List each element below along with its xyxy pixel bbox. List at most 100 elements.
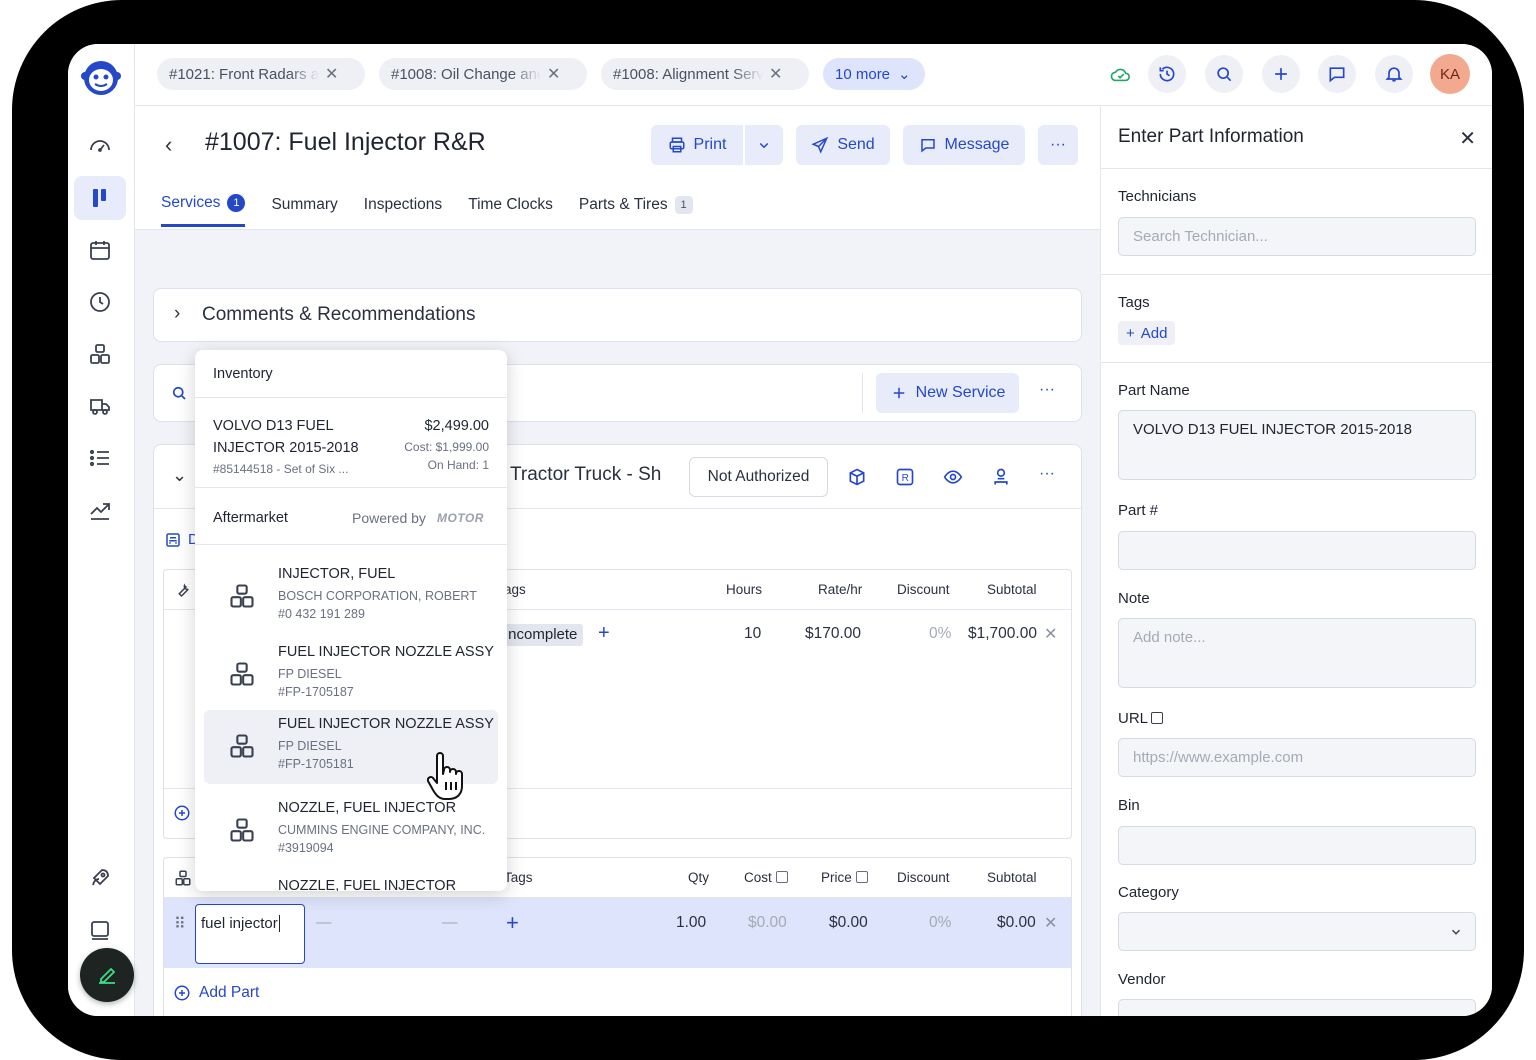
col-tags: Tags xyxy=(504,870,533,885)
tab-label: Inspections xyxy=(363,195,443,213)
app-logo[interactable] xyxy=(80,56,122,98)
parts-icon xyxy=(230,584,254,608)
list-item[interactable]: NOZZLE, FUEL INJECTOR CUMMINS ENGINE COM… xyxy=(204,794,498,868)
add-circle-icon xyxy=(174,985,190,1001)
price-cell[interactable]: $0.00 xyxy=(829,914,868,932)
list-item[interactable]: FUEL INJECTOR NOZZLE ASSY FP DIESEL #FP-… xyxy=(204,638,498,712)
comments-section[interactable]: › Comments & Recommendations xyxy=(153,288,1082,342)
more-icon[interactable]: ··· xyxy=(1039,465,1055,483)
back-chevron-icon[interactable]: ‹ xyxy=(165,132,172,158)
open-tab-chip[interactable]: #1008: Oil Change and 1 ✕ xyxy=(379,58,587,90)
authorization-status-button[interactable]: Not Authorized xyxy=(689,457,828,497)
subtotal-cell: $0.00 xyxy=(997,914,1036,931)
add-tag-plus-icon[interactable]: + xyxy=(598,622,610,645)
list-item[interactable]: INJECTOR, FUEL BOSCH CORPORATION, ROBERT… xyxy=(204,560,498,634)
cost-cell[interactable]: $0.00 xyxy=(748,914,787,932)
svg-text:R: R xyxy=(902,473,909,484)
edit-fab-button[interactable] xyxy=(80,948,134,1002)
status-tag[interactable]: Incomplete xyxy=(498,624,584,646)
tab-parts-tires[interactable]: Parts & Tires 1 xyxy=(579,194,693,227)
add-button[interactable] xyxy=(1262,55,1300,93)
more-tabs-button[interactable]: 10 more ⌄ xyxy=(823,58,925,90)
close-icon[interactable]: ✕ xyxy=(325,64,338,84)
col-subtotal: Subtotal xyxy=(987,870,1037,885)
close-icon[interactable]: ✕ xyxy=(769,64,782,84)
clock-icon[interactable] xyxy=(74,280,126,324)
vendor-field[interactable] xyxy=(1118,999,1476,1016)
item-part-number: #85144518 - Set of Six ... xyxy=(213,462,349,476)
col-discount: Discount xyxy=(897,582,950,597)
tab-services[interactable]: Services 1 xyxy=(161,194,246,227)
truck-icon[interactable] xyxy=(74,384,126,428)
add-circle-icon[interactable] xyxy=(173,804,191,822)
technician-search-input[interactable]: Search Technician... xyxy=(1118,217,1476,256)
url-field[interactable]: https://www.example.com xyxy=(1118,738,1476,777)
inventory-section-header: Inventory xyxy=(195,350,507,398)
notifications-button[interactable] xyxy=(1375,55,1413,93)
part-number-field[interactable] xyxy=(1118,531,1476,570)
info-icon[interactable] xyxy=(1151,712,1163,724)
chevron-down-icon[interactable]: ⌄ xyxy=(172,465,187,486)
close-icon[interactable]: ✕ xyxy=(1459,126,1476,151)
part-name-field[interactable]: VOLVO D13 FUEL INJECTOR 2015-2018 xyxy=(1118,410,1476,480)
more-actions-button[interactable]: ··· xyxy=(1038,125,1078,165)
add-part-button[interactable]: Add Part xyxy=(173,984,259,1002)
note-field[interactable]: Add note... xyxy=(1118,618,1476,688)
drag-handle-icon[interactable]: ⠿ xyxy=(174,914,186,934)
divider xyxy=(862,373,863,413)
rocket-icon[interactable] xyxy=(74,856,126,900)
chat-button[interactable] xyxy=(1318,55,1356,93)
history-button[interactable] xyxy=(1148,55,1186,93)
search-button[interactable] xyxy=(1205,55,1243,93)
open-tab-chip[interactable]: #1021: Front Radars and ✕ xyxy=(157,58,365,90)
category-select[interactable] xyxy=(1118,912,1476,951)
part-name-value: VOLVO D13 FUEL INJECTOR 2015-2018 xyxy=(1133,421,1413,438)
board-icon[interactable] xyxy=(74,176,126,220)
item-on-hand: On Hand: 1 xyxy=(427,458,489,472)
remove-icon[interactable]: ✕ xyxy=(1044,624,1057,644)
eye-icon[interactable] xyxy=(943,467,963,487)
technician-icon[interactable] xyxy=(991,467,1011,487)
inbox-icon[interactable] xyxy=(74,908,126,952)
bin-field[interactable] xyxy=(1118,826,1476,865)
add-tag-plus-icon[interactable]: + xyxy=(506,910,519,936)
tab-inspections[interactable]: Inspections xyxy=(364,194,442,227)
list-icon[interactable] xyxy=(74,436,126,480)
package-icon[interactable] xyxy=(847,467,867,487)
discount-cell[interactable]: 0% xyxy=(929,914,951,932)
reports-icon[interactable] xyxy=(74,488,126,532)
new-service-button[interactable]: New Service xyxy=(876,373,1019,413)
text-cursor xyxy=(278,915,280,932)
close-icon[interactable]: ✕ xyxy=(547,64,560,84)
user-avatar[interactable]: KA xyxy=(1430,54,1470,94)
discount-cell[interactable]: 0% xyxy=(929,625,951,643)
remove-icon[interactable]: ✕ xyxy=(1044,913,1057,933)
more-icon[interactable]: ··· xyxy=(1039,381,1055,399)
tab-summary[interactable]: Summary xyxy=(271,194,337,227)
parts-icon[interactable] xyxy=(74,332,126,376)
calendar-icon[interactable] xyxy=(74,228,126,272)
tab-time-clocks[interactable]: Time Clocks xyxy=(468,194,553,227)
hours-cell[interactable]: 10 xyxy=(744,625,761,643)
col-qty: Qty xyxy=(688,870,710,885)
print-button[interactable]: Print xyxy=(651,125,743,165)
bin-label: Bin xyxy=(1118,797,1140,814)
new-service-label: New Service xyxy=(915,384,1006,401)
inventory-item[interactable]: VOLVO D13 FUEL INJECTOR 2015-2018 #85144… xyxy=(195,398,507,488)
info-icon xyxy=(776,871,788,883)
rate-cell[interactable]: $170.00 xyxy=(805,625,861,643)
part-search-input[interactable]: fuel injector xyxy=(195,904,305,964)
qty-cell[interactable]: 1.00 xyxy=(676,914,706,932)
open-tab-chip[interactable]: #1008: Alignment Servic ✕ xyxy=(601,58,809,90)
send-button[interactable]: Send xyxy=(796,125,890,165)
r-badge-icon[interactable]: R xyxy=(895,467,915,487)
add-tag-button[interactable]: + Add xyxy=(1118,321,1176,345)
print-options-button[interactable] xyxy=(745,125,783,165)
list-item[interactable]: NOZZLE, FUEL INJECTOR xyxy=(204,872,498,891)
vendor-cell[interactable]: — xyxy=(442,914,458,932)
message-button[interactable]: Message xyxy=(903,125,1025,165)
device-frame: #1021: Front Radars and ✕ #1008: Oil Chan… xyxy=(12,0,1524,1060)
part-number-cell[interactable]: — xyxy=(316,914,332,932)
parts-icon xyxy=(230,662,254,686)
dashboard-icon[interactable] xyxy=(74,124,126,168)
